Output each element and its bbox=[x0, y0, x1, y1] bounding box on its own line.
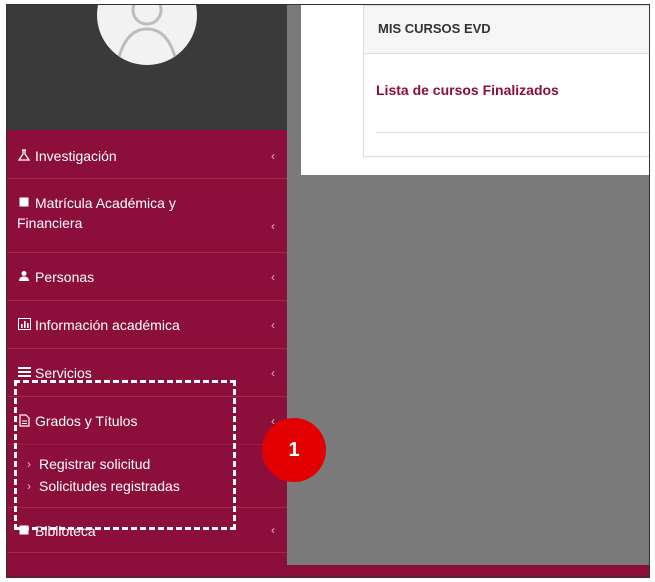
profile-area bbox=[7, 5, 287, 130]
list-icon bbox=[17, 366, 31, 380]
main-panel: MIS CURSOS EVD Lista de cursos Finalizad… bbox=[301, 5, 649, 175]
sidebar-item-personas[interactable]: Personas ‹ bbox=[7, 253, 287, 301]
chevron-left-icon: ‹ bbox=[271, 523, 275, 537]
finished-courses-link[interactable]: Lista de cursos Finalizados bbox=[364, 54, 649, 98]
sidebar-item-informacion[interactable]: Información académica ‹ bbox=[7, 301, 287, 349]
sidebar-item-label: Investigación bbox=[35, 148, 117, 164]
chart-icon bbox=[17, 318, 31, 332]
book-icon bbox=[17, 196, 31, 210]
chevron-left-icon: ‹ bbox=[271, 269, 275, 284]
user-icon bbox=[17, 270, 31, 284]
chevron-left-icon: ‹ bbox=[271, 365, 275, 380]
sidebar-item-label: Personas bbox=[35, 269, 95, 285]
highlight-box bbox=[14, 380, 236, 530]
sidebar-item-investigacion[interactable]: Investigación ‹ bbox=[7, 133, 287, 179]
chevron-left-icon: ‹ bbox=[271, 148, 275, 163]
sidebar-item-matricula[interactable]: Matrícula Académica y Financiera ‹ bbox=[7, 179, 287, 253]
sidebar-item-label: Servicios bbox=[35, 365, 92, 381]
chevron-left-icon: ‹ bbox=[271, 317, 275, 332]
card-title: MIS CURSOS EVD bbox=[364, 6, 649, 54]
step-number-badge: 1 bbox=[262, 418, 326, 482]
courses-card: MIS CURSOS EVD Lista de cursos Finalizad… bbox=[363, 5, 649, 157]
divider bbox=[376, 132, 649, 133]
avatar bbox=[97, 5, 197, 65]
sidebar-item-label-line1: Matrícula Académica y bbox=[35, 195, 176, 211]
chevron-left-icon: ‹ bbox=[271, 218, 275, 233]
footer-strip bbox=[7, 565, 649, 577]
sidebar-item-label: Información académica bbox=[35, 317, 180, 333]
flask-icon bbox=[17, 149, 31, 163]
sidebar-item-label-line2: Financiera bbox=[17, 215, 83, 231]
